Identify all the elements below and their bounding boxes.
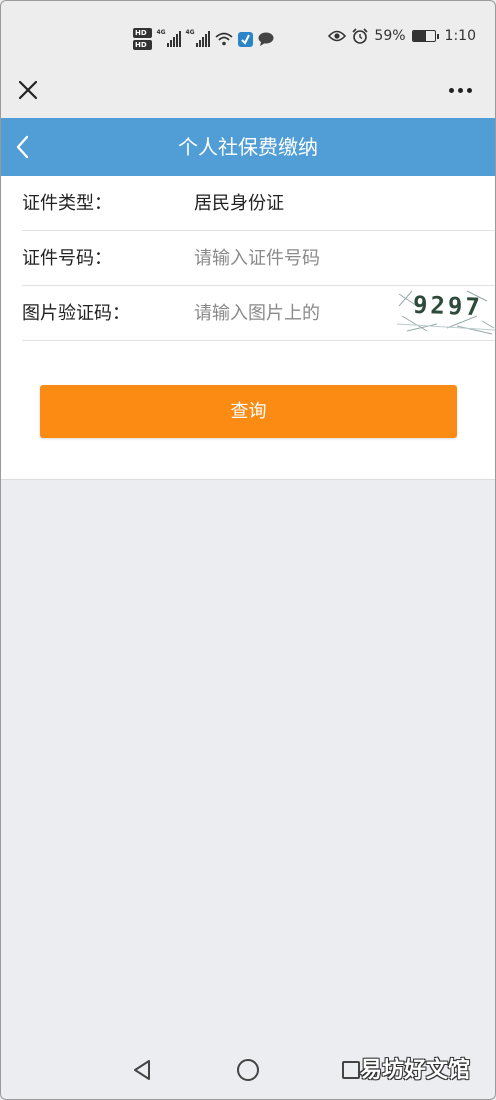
captcha-input[interactable]	[194, 296, 344, 331]
nav-home-icon[interactable]	[236, 1058, 260, 1082]
id-type-row[interactable]: 证件类型： 居民身份证	[22, 176, 495, 231]
top-action-bar	[0, 60, 496, 118]
hd-badge-2: HDB	[133, 40, 153, 50]
network-type-2: 4G	[185, 29, 195, 36]
status-time: 1:10	[444, 28, 476, 44]
watermark: 易坊好文馆	[359, 1058, 470, 1083]
id-number-label: 证件号码：	[22, 248, 112, 269]
chat-bubble-icon	[258, 32, 274, 46]
query-form: 证件类型： 居民身份证 证件号码： 图片验证码： 9297 查询	[1, 176, 495, 480]
captcha-row: 图片验证码： 9297	[22, 286, 495, 341]
wifi-icon	[215, 32, 234, 46]
close-icon[interactable]	[14, 76, 42, 104]
network-type-1: 4G	[156, 29, 166, 36]
hd-indicator: HDB HDB	[133, 28, 153, 50]
query-button[interactable]: 查询	[40, 385, 457, 438]
battery-percent: 59%	[374, 28, 406, 44]
hd-sub-1: B	[146, 31, 151, 37]
app-notification-icon	[238, 31, 254, 47]
signal-icon: 4G	[156, 29, 182, 47]
hd-sub-2: B	[146, 43, 151, 49]
captcha-text: 9297	[412, 290, 484, 322]
status-left-icons: HDB HDB 4G 4G	[133, 24, 274, 54]
more-dots-icon[interactable]	[446, 78, 474, 102]
captcha-label: 图片验证码：	[22, 303, 130, 324]
status-right-icons: 59% 1:10	[328, 28, 476, 44]
signal-icon-2: 4G	[185, 29, 211, 47]
nav-back-icon[interactable]	[130, 1058, 154, 1082]
page-header: 个人社保费缴纳	[1, 118, 495, 176]
hd-badge-1: HDB	[133, 28, 153, 38]
battery-icon	[411, 30, 439, 42]
alarm-icon	[352, 28, 368, 44]
id-type-value[interactable]: 居民身份证	[194, 176, 284, 231]
captcha-image[interactable]: 9297	[397, 286, 495, 338]
id-number-input[interactable]	[194, 241, 494, 276]
status-bar: HDB HDB 4G 4G 59% 1:10	[0, 0, 496, 60]
page-title: 个人社保费缴纳	[178, 135, 318, 159]
eye-icon	[328, 30, 347, 42]
id-number-row: 证件号码：	[22, 231, 495, 286]
nav-recent-icon[interactable]	[342, 1061, 360, 1079]
id-type-label: 证件类型：	[22, 193, 112, 214]
